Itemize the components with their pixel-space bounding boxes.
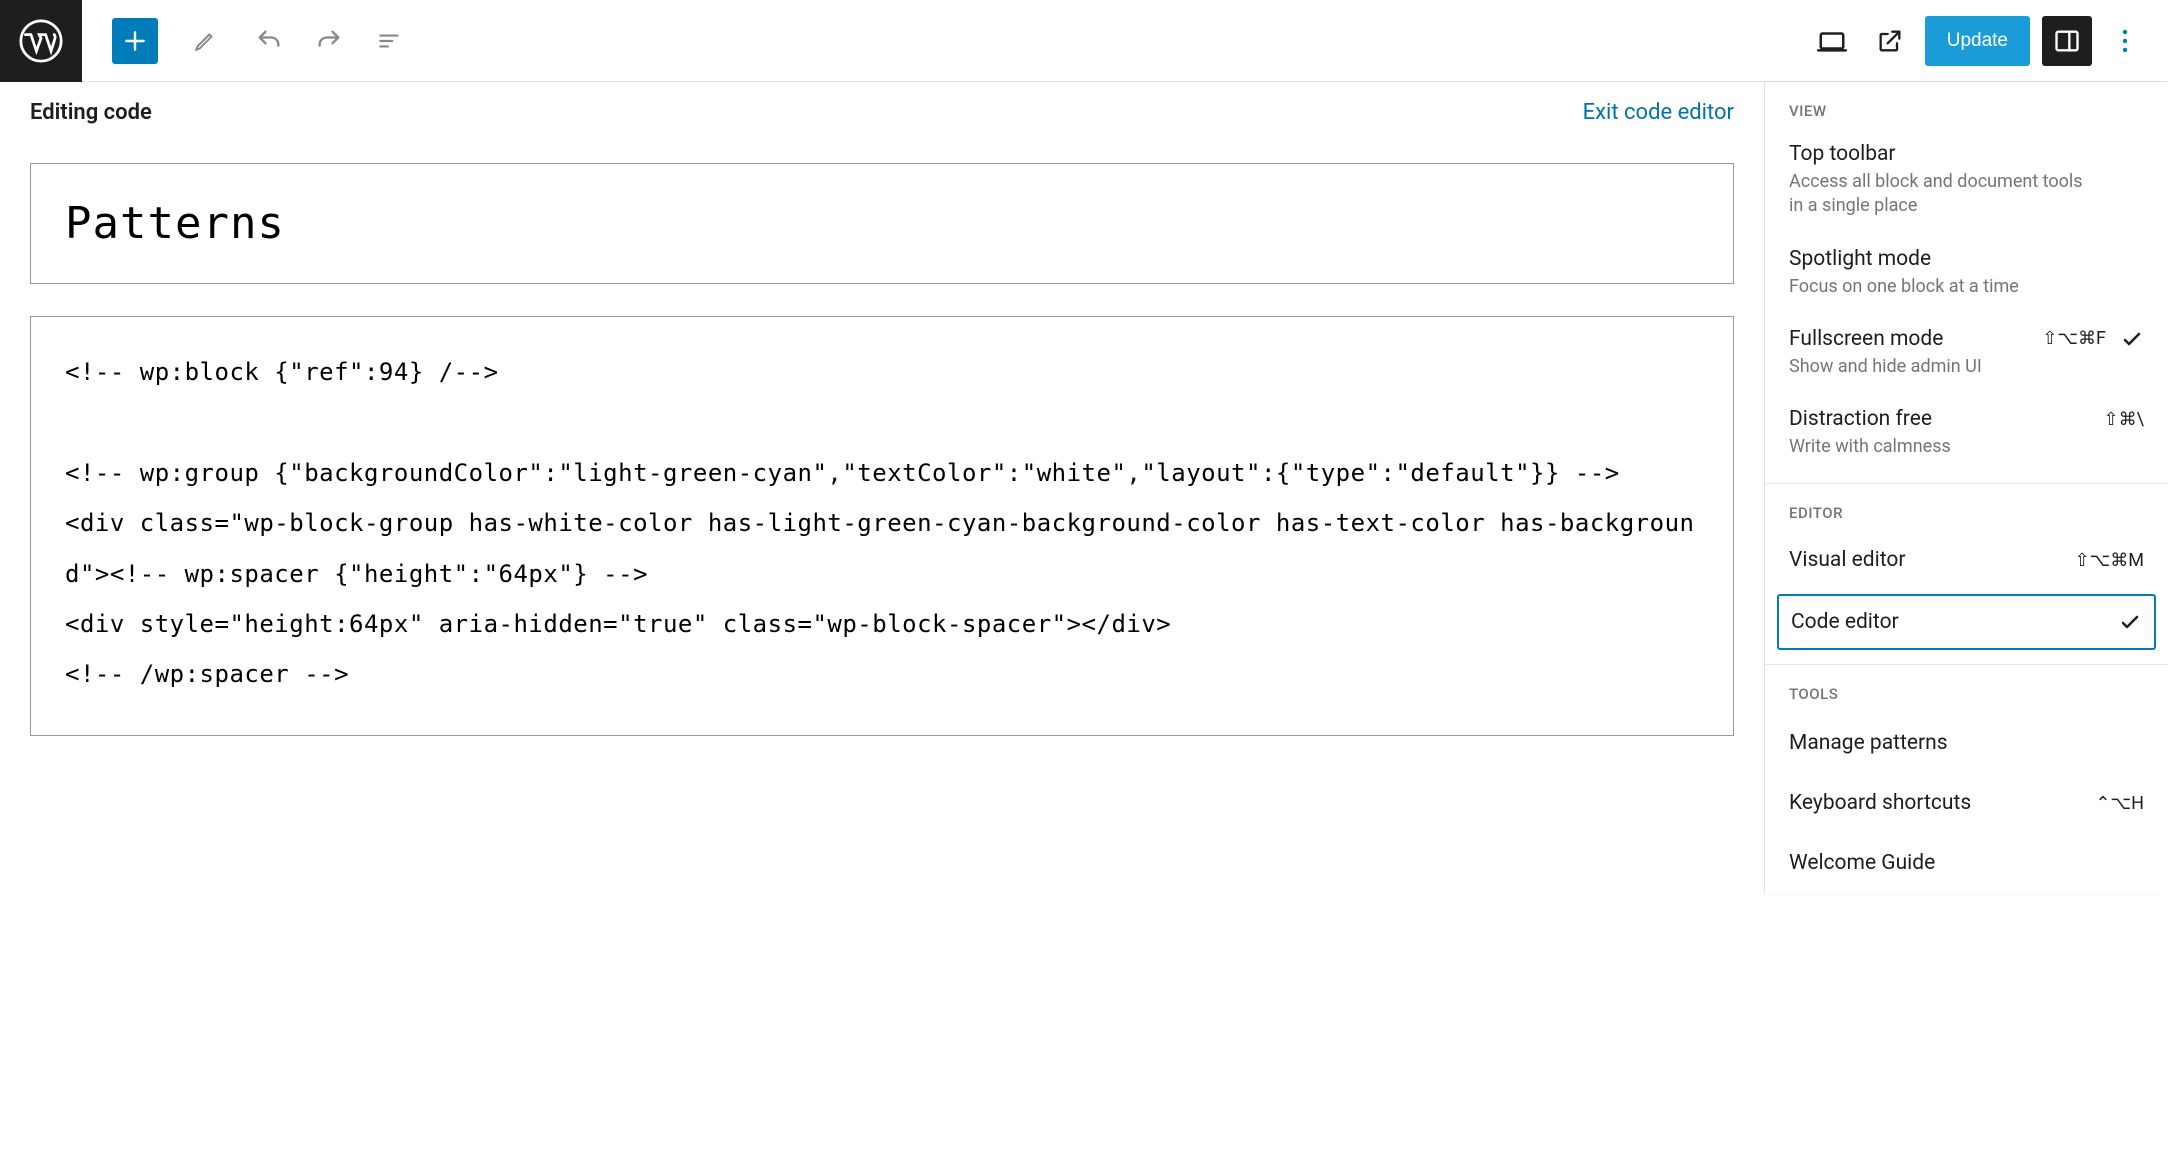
options-dropdown-menu: VIEW Top toolbar Access all block and do… — [1764, 82, 2168, 893]
menu-item-description: Write with calmness — [1789, 435, 2089, 459]
tools-section-label: TOOLS — [1765, 665, 2168, 713]
options-menu-button[interactable] — [2104, 16, 2146, 66]
main-content-area: Editing code Exit code editor <!-- wp:bl… — [0, 82, 2168, 893]
welcome-guide-option[interactable]: Welcome Guide — [1765, 833, 2168, 893]
exit-code-editor-link[interactable]: Exit code editor — [1583, 100, 1734, 125]
menu-item-label: Keyboard shortcuts — [1789, 791, 1971, 815]
post-title-input[interactable] — [30, 163, 1734, 284]
code-editor-option[interactable]: Code editor — [1777, 594, 2156, 650]
add-block-button[interactable] — [112, 18, 158, 64]
check-icon — [2118, 610, 2142, 634]
keyboard-shortcut: ⇧⌥⌘M — [2074, 550, 2144, 571]
menu-item-label: Spotlight mode — [1789, 247, 1931, 271]
keyboard-shortcuts-option[interactable]: Keyboard shortcuts ⌃⌥H — [1765, 773, 2168, 833]
code-editor-header: Editing code Exit code editor — [30, 100, 1734, 125]
undo-button[interactable] — [246, 18, 292, 64]
preview-device-button[interactable] — [1809, 18, 1855, 64]
update-button[interactable]: Update — [1925, 16, 2030, 66]
keyboard-shortcut: ⌃⌥H — [2095, 793, 2144, 814]
menu-item-label: Visual editor — [1789, 548, 1905, 572]
menu-item-label: Top toolbar — [1789, 142, 1896, 166]
view-section-label: VIEW — [1765, 82, 2168, 130]
top-toolbar-option[interactable]: Top toolbar Access all block and documen… — [1765, 130, 2168, 235]
keyboard-shortcut: ⇧⌥⌘F — [2042, 328, 2106, 349]
edit-icon[interactable] — [182, 18, 228, 64]
toolbar-left-group — [82, 18, 412, 64]
redo-button[interactable] — [306, 18, 352, 64]
menu-item-label: Distraction free — [1789, 407, 1932, 431]
menu-item-label: Code editor — [1791, 610, 1899, 634]
top-toolbar: Update — [0, 0, 2168, 82]
menu-item-description: Access all block and document tools in a… — [1789, 170, 2089, 219]
check-icon — [2120, 327, 2144, 351]
editor-section-label: EDITOR — [1765, 484, 2168, 532]
distraction-free-option[interactable]: Distraction free ⇧⌘\ Write with calmness — [1765, 395, 2168, 475]
menu-item-description: Focus on one block at a time — [1789, 275, 2089, 299]
code-editor-textarea[interactable]: <!-- wp:block {"ref":94} /--> <!-- wp:gr… — [30, 316, 1734, 736]
manage-patterns-option[interactable]: Manage patterns — [1765, 713, 2168, 773]
menu-item-description: Show and hide admin UI — [1789, 355, 2089, 379]
list-view-button[interactable] — [366, 18, 412, 64]
keyboard-shortcut: ⇧⌘\ — [2104, 409, 2144, 430]
visual-editor-option[interactable]: Visual editor ⇧⌥⌘M — [1765, 532, 2168, 588]
menu-item-label: Welcome Guide — [1789, 851, 1935, 875]
settings-sidebar-button[interactable] — [2042, 16, 2092, 66]
spotlight-mode-option[interactable]: Spotlight mode Focus on one block at a t… — [1765, 235, 2168, 315]
editor-column: Editing code Exit code editor <!-- wp:bl… — [0, 82, 1764, 893]
wordpress-logo[interactable] — [0, 0, 82, 82]
fullscreen-mode-option[interactable]: Fullscreen mode ⇧⌥⌘F Show and hide admin… — [1765, 315, 2168, 395]
editing-mode-label: Editing code — [30, 100, 152, 125]
menu-item-label: Manage patterns — [1789, 731, 1948, 755]
toolbar-right-group: Update — [1809, 16, 2168, 66]
menu-item-label: Fullscreen mode — [1789, 327, 1943, 351]
view-post-button[interactable] — [1867, 18, 1913, 64]
